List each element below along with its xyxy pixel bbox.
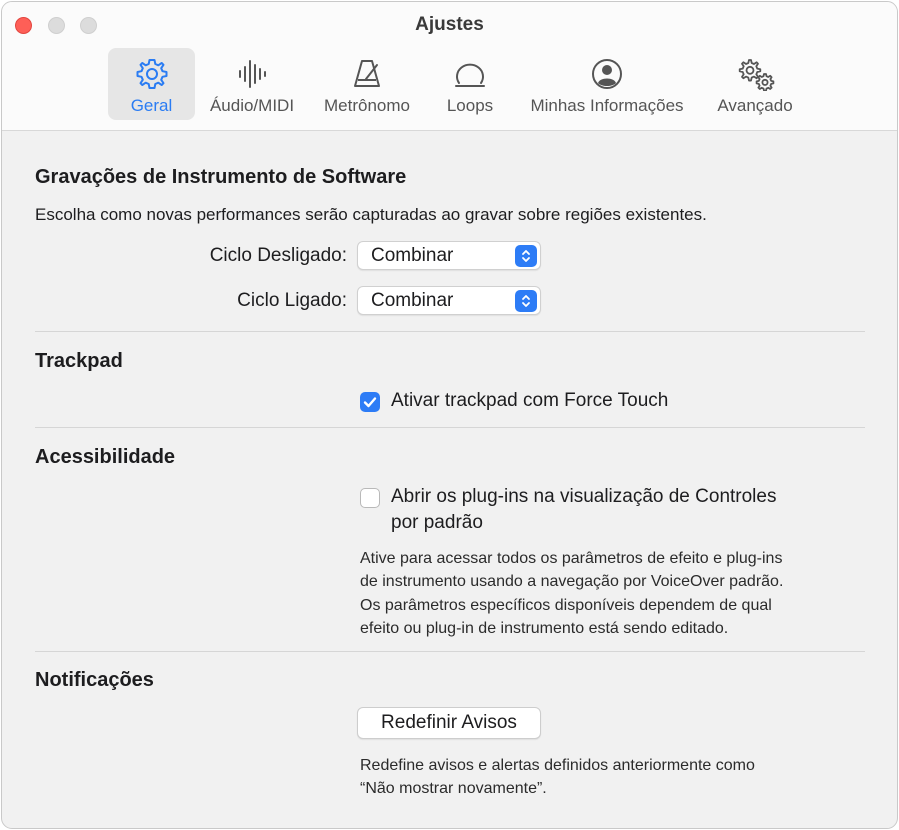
notifications-title: Notificações [35, 669, 154, 691]
force-touch-label: Ativar trackpad com Force Touch [391, 390, 669, 411]
divider [35, 651, 865, 652]
chevron-updown-icon [515, 290, 537, 312]
notifications-help-line: “Não mostrar novamente”. [360, 780, 547, 797]
tab-label: Geral [130, 96, 173, 115]
gears-icon [734, 54, 776, 94]
software-recordings-description: Escolha como novas performances serão ca… [35, 205, 707, 224]
person-circle-icon [590, 54, 624, 94]
tab-metronomo[interactable]: Metrônomo [315, 48, 419, 120]
tab-label: Áudio/MIDI [209, 96, 295, 115]
divider [35, 331, 865, 332]
accessibility-help-line: Os parâmetros específicos disponíveis de… [360, 597, 772, 614]
tab-label: Avançado [717, 96, 793, 115]
settings-window: Ajustes Geral Áudio/MIDI Metrônomo Loops… [1, 1, 898, 829]
chevron-updown-icon [515, 245, 537, 267]
cycle-on-popup[interactable]: Combinar [357, 286, 541, 315]
accessibility-help-line: de instrumento usando a navegação por Vo… [360, 573, 784, 590]
cycle-on-value: Combinar [371, 290, 454, 311]
accessibility-help-line: efeito ou plug-in de instrumento está se… [360, 620, 729, 637]
cycle-on-label: Ciclo Ligado: [237, 290, 347, 311]
tab-label: Minhas Informações [530, 96, 684, 115]
tab-loops[interactable]: Loops [434, 48, 506, 120]
gear-icon [135, 54, 169, 94]
controls-view-label-line2: por padrão [391, 512, 483, 533]
window-title: Ajustes [415, 14, 484, 35]
notifications-help-line: Redefine avisos e alertas definidos ante… [360, 757, 755, 774]
divider [35, 427, 865, 428]
reset-warnings-button[interactable]: Redefinir Avisos [357, 707, 541, 739]
toolbar: Ajustes Geral Áudio/MIDI Metrônomo Loops… [2, 2, 897, 131]
accessibility-help-line: Ative para acessar todos os parâmetros d… [360, 550, 783, 567]
controls-view-checkbox[interactable] [360, 488, 380, 508]
tab-geral[interactable]: Geral [108, 48, 195, 120]
loop-icon [452, 54, 488, 94]
tab-avancado[interactable]: Avançado [708, 48, 802, 120]
software-recordings-title: Gravações de Instrumento de Software [35, 166, 407, 188]
force-touch-checkbox[interactable] [360, 392, 380, 412]
tab-label: Metrônomo [324, 96, 410, 115]
tab-label: Loops [446, 96, 494, 115]
controls-view-label-line1: Abrir os plug-ins na visualização de Con… [391, 486, 777, 507]
waveform-icon [235, 54, 269, 94]
cycle-off-value: Combinar [371, 245, 454, 266]
accessibility-title: Acessibilidade [35, 446, 176, 468]
trackpad-title: Trackpad [35, 350, 123, 372]
tab-audio-midi[interactable]: Áudio/MIDI [202, 48, 302, 120]
tab-minhas-informacoes[interactable]: Minhas Informações [517, 48, 697, 120]
cycle-off-label: Ciclo Desligado: [209, 245, 347, 266]
cycle-off-popup[interactable]: Combinar [357, 241, 541, 270]
metronome-icon [350, 54, 384, 94]
checkmark-icon [363, 397, 377, 408]
